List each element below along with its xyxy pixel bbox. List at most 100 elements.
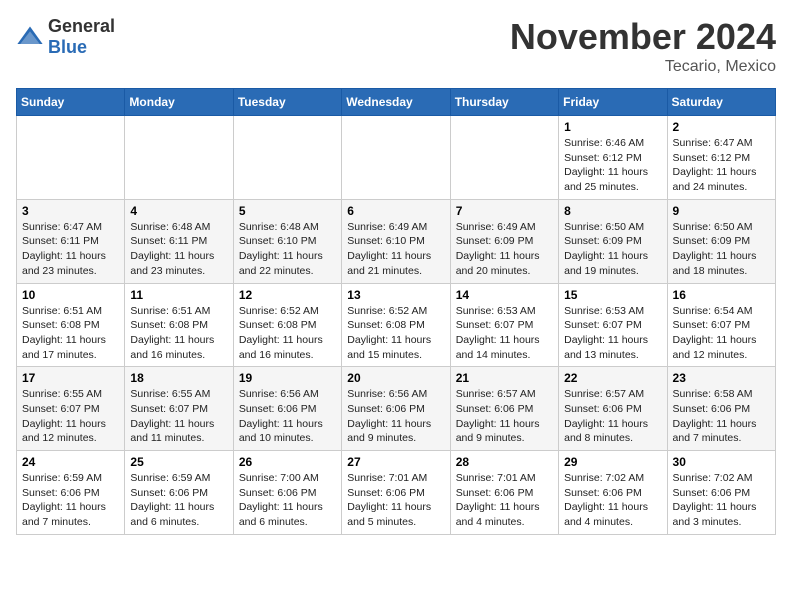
day-info: Sunrise: 6:48 AM Sunset: 6:10 PM Dayligh… [239, 220, 336, 279]
day-info: Sunrise: 6:52 AM Sunset: 6:08 PM Dayligh… [347, 304, 444, 363]
month-title: November 2024 [510, 16, 776, 58]
calendar-cell: 14 Sunrise: 6:53 AM Sunset: 6:07 PM Dayli… [450, 283, 558, 367]
calendar-cell: 8 Sunrise: 6:50 AM Sunset: 6:09 PM Daylig… [559, 199, 667, 283]
day-number: 29 [564, 455, 661, 469]
calendar-cell: 13 Sunrise: 6:52 AM Sunset: 6:08 PM Dayli… [342, 283, 450, 367]
day-info: Sunrise: 6:49 AM Sunset: 6:09 PM Dayligh… [456, 220, 553, 279]
calendar-cell: 23 Sunrise: 6:58 AM Sunset: 6:06 PM Dayli… [667, 367, 775, 451]
day-number: 16 [673, 288, 770, 302]
day-info: Sunrise: 6:48 AM Sunset: 6:11 PM Dayligh… [130, 220, 227, 279]
calendar-cell: 10 Sunrise: 6:51 AM Sunset: 6:08 PM Dayli… [17, 283, 125, 367]
day-info: Sunrise: 6:47 AM Sunset: 6:11 PM Dayligh… [22, 220, 119, 279]
day-info: Sunrise: 7:02 AM Sunset: 6:06 PM Dayligh… [673, 471, 770, 530]
day-info: Sunrise: 7:01 AM Sunset: 6:06 PM Dayligh… [347, 471, 444, 530]
logo: General Blue [16, 16, 115, 58]
page-header: General Blue November 2024 Tecario, Mexi… [16, 16, 776, 76]
day-info: Sunrise: 6:56 AM Sunset: 6:06 PM Dayligh… [347, 387, 444, 446]
day-info: Sunrise: 6:51 AM Sunset: 6:08 PM Dayligh… [22, 304, 119, 363]
day-number: 20 [347, 371, 444, 385]
day-number: 25 [130, 455, 227, 469]
calendar-cell: 20 Sunrise: 6:56 AM Sunset: 6:06 PM Dayli… [342, 367, 450, 451]
weekday-header: Tuesday [233, 89, 341, 116]
day-info: Sunrise: 7:00 AM Sunset: 6:06 PM Dayligh… [239, 471, 336, 530]
day-info: Sunrise: 7:02 AM Sunset: 6:06 PM Dayligh… [564, 471, 661, 530]
weekday-header: Wednesday [342, 89, 450, 116]
day-info: Sunrise: 6:50 AM Sunset: 6:09 PM Dayligh… [673, 220, 770, 279]
calendar-cell: 4 Sunrise: 6:48 AM Sunset: 6:11 PM Daylig… [125, 199, 233, 283]
weekday-header: Sunday [17, 89, 125, 116]
day-number: 28 [456, 455, 553, 469]
day-info: Sunrise: 6:49 AM Sunset: 6:10 PM Dayligh… [347, 220, 444, 279]
day-info: Sunrise: 6:47 AM Sunset: 6:12 PM Dayligh… [673, 136, 770, 195]
calendar-cell: 18Sunrise: 6:55 AM Sunset: 6:07 PM Dayli… [125, 367, 233, 451]
location-title: Tecario, Mexico [510, 58, 776, 76]
weekday-header: Friday [559, 89, 667, 116]
calendar-cell: 3 Sunrise: 6:47 AM Sunset: 6:11 PM Daylig… [17, 199, 125, 283]
calendar-cell: 26 Sunrise: 7:00 AM Sunset: 6:06 PM Dayli… [233, 451, 341, 535]
calendar-cell: 21 Sunrise: 6:57 AM Sunset: 6:06 PM Dayli… [450, 367, 558, 451]
day-number: 24 [22, 455, 119, 469]
day-info: Sunrise: 6:46 AM Sunset: 6:12 PM Dayligh… [564, 136, 661, 195]
day-number: 22 [564, 371, 661, 385]
day-info: Sunrise: 6:52 AM Sunset: 6:08 PM Dayligh… [239, 304, 336, 363]
day-number: 21 [456, 371, 553, 385]
day-info: Sunrise: 6:59 AM Sunset: 6:06 PM Dayligh… [130, 471, 227, 530]
day-number: 23 [673, 371, 770, 385]
day-number: 15 [564, 288, 661, 302]
day-number: 4 [130, 204, 227, 218]
weekday-header: Monday [125, 89, 233, 116]
calendar-cell [342, 116, 450, 200]
day-number: 19 [239, 371, 336, 385]
day-info: Sunrise: 6:56 AM Sunset: 6:06 PM Dayligh… [239, 387, 336, 446]
calendar-header: SundayMondayTuesdayWednesdayThursdayFrid… [17, 89, 776, 116]
calendar-cell [125, 116, 233, 200]
calendar-cell: 12Sunrise: 6:52 AM Sunset: 6:08 PM Dayli… [233, 283, 341, 367]
weekday-header: Saturday [667, 89, 775, 116]
day-info: Sunrise: 6:57 AM Sunset: 6:06 PM Dayligh… [456, 387, 553, 446]
day-number: 3 [22, 204, 119, 218]
day-number: 9 [673, 204, 770, 218]
calendar-cell: 25 Sunrise: 6:59 AM Sunset: 6:06 PM Dayli… [125, 451, 233, 535]
calendar-cell: 29 Sunrise: 7:02 AM Sunset: 6:06 PM Dayli… [559, 451, 667, 535]
day-info: Sunrise: 6:50 AM Sunset: 6:09 PM Dayligh… [564, 220, 661, 279]
calendar-week-row: 24 Sunrise: 6:59 AM Sunset: 6:06 PM Dayli… [17, 451, 776, 535]
calendar-cell [450, 116, 558, 200]
calendar-cell: 11Sunrise: 6:51 AM Sunset: 6:08 PM Dayli… [125, 283, 233, 367]
calendar-week-row: 3 Sunrise: 6:47 AM Sunset: 6:11 PM Daylig… [17, 199, 776, 283]
day-number: 10 [22, 288, 119, 302]
calendar-cell: 30Sunrise: 7:02 AM Sunset: 6:06 PM Dayli… [667, 451, 775, 535]
day-info: Sunrise: 6:59 AM Sunset: 6:06 PM Dayligh… [22, 471, 119, 530]
calendar-cell: 6Sunrise: 6:49 AM Sunset: 6:10 PM Daylig… [342, 199, 450, 283]
day-number: 2 [673, 120, 770, 134]
day-info: Sunrise: 6:55 AM Sunset: 6:07 PM Dayligh… [130, 387, 227, 446]
calendar-week-row: 10 Sunrise: 6:51 AM Sunset: 6:08 PM Dayli… [17, 283, 776, 367]
calendar-cell: 17Sunrise: 6:55 AM Sunset: 6:07 PM Dayli… [17, 367, 125, 451]
day-info: Sunrise: 6:51 AM Sunset: 6:08 PM Dayligh… [130, 304, 227, 363]
day-number: 14 [456, 288, 553, 302]
day-number: 7 [456, 204, 553, 218]
day-number: 26 [239, 455, 336, 469]
day-info: Sunrise: 6:58 AM Sunset: 6:06 PM Dayligh… [673, 387, 770, 446]
day-number: 1 [564, 120, 661, 134]
day-number: 5 [239, 204, 336, 218]
calendar-cell: 15 Sunrise: 6:53 AM Sunset: 6:07 PM Dayli… [559, 283, 667, 367]
day-number: 8 [564, 204, 661, 218]
calendar-cell [233, 116, 341, 200]
day-info: Sunrise: 6:54 AM Sunset: 6:07 PM Dayligh… [673, 304, 770, 363]
logo-text: General Blue [48, 16, 115, 58]
calendar-cell: 27Sunrise: 7:01 AM Sunset: 6:06 PM Dayli… [342, 451, 450, 535]
calendar-cell: 22Sunrise: 6:57 AM Sunset: 6:06 PM Dayli… [559, 367, 667, 451]
day-number: 13 [347, 288, 444, 302]
day-info: Sunrise: 6:53 AM Sunset: 6:07 PM Dayligh… [456, 304, 553, 363]
calendar-cell: 9 Sunrise: 6:50 AM Sunset: 6:09 PM Daylig… [667, 199, 775, 283]
calendar-cell: 19 Sunrise: 6:56 AM Sunset: 6:06 PM Dayli… [233, 367, 341, 451]
calendar-cell: 28 Sunrise: 7:01 AM Sunset: 6:06 PM Dayli… [450, 451, 558, 535]
calendar-cell [17, 116, 125, 200]
calendar-cell: 2 Sunrise: 6:47 AM Sunset: 6:12 PM Daylig… [667, 116, 775, 200]
calendar-cell: 16 Sunrise: 6:54 AM Sunset: 6:07 PM Dayli… [667, 283, 775, 367]
calendar-week-row: 17 Sunrise: 6:55 AM Sunset: 6:07 PM Dayli… [17, 367, 776, 451]
day-number: 17 [22, 371, 119, 385]
day-info: Sunrise: 6:53 AM Sunset: 6:07 PM Dayligh… [564, 304, 661, 363]
logo-icon [16, 23, 44, 51]
day-info: Sunrise: 7:01 AM Sunset: 6:06 PM Dayligh… [456, 471, 553, 530]
